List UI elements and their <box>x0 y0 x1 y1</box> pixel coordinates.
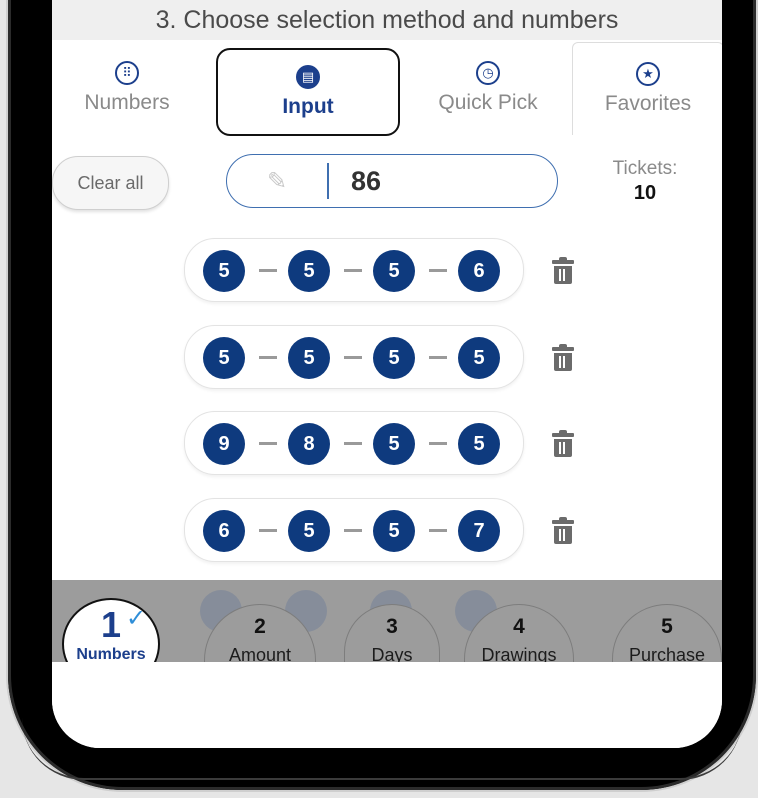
trash-icon[interactable] <box>552 430 574 457</box>
pencil-icon: ✎ <box>266 167 288 195</box>
dash <box>344 269 362 272</box>
trash-icon[interactable] <box>552 344 574 371</box>
dash <box>429 356 447 359</box>
tab-quick-pick-label: Quick Pick <box>438 91 538 114</box>
step-number: 2 <box>254 615 266 638</box>
checkmark-icon: ✓ <box>126 605 147 632</box>
selection-method-tabs: ⠿ Numbers ▤ Input ◷ Quick Pick ★ Favorit… <box>52 42 722 137</box>
dash <box>344 356 362 359</box>
step-purchase[interactable]: 5 Purchase <box>612 604 722 662</box>
number-input-field[interactable]: ✎ 86 <box>226 154 558 208</box>
input-value[interactable]: 86 <box>329 166 381 197</box>
ticket-row: 5 5 5 5 <box>184 325 524 389</box>
ticket-row: 6 5 5 7 <box>184 498 524 562</box>
number-ball: 5 <box>373 510 415 552</box>
clipboard-icon: ▤ <box>296 65 320 89</box>
tab-input[interactable]: ▤ Input <box>216 48 400 136</box>
clear-all-button[interactable]: Clear all <box>52 156 169 210</box>
step-days[interactable]: 3 Days <box>344 604 440 662</box>
step-label: Amount <box>228 645 292 662</box>
number-ball: 9 <box>203 423 245 465</box>
dash <box>259 356 277 359</box>
number-ball: 6 <box>203 510 245 552</box>
tab-input-label: Input <box>282 95 334 118</box>
trash-icon[interactable] <box>552 517 574 544</box>
dash <box>344 529 362 532</box>
star-icon: ★ <box>636 62 660 86</box>
screen-bottom <box>52 662 722 748</box>
dash <box>259 529 277 532</box>
number-ball: 6 <box>458 250 500 292</box>
step-number: 3 <box>386 615 398 638</box>
number-ball: 5 <box>373 337 415 379</box>
dash <box>429 529 447 532</box>
step-header: 3. Choose selection method and numbers <box>52 0 722 40</box>
tab-numbers-label: Numbers <box>84 91 170 114</box>
number-ball: 5 <box>373 250 415 292</box>
number-ball: 7 <box>458 510 500 552</box>
dash <box>259 269 277 272</box>
dash <box>429 269 447 272</box>
number-ball: 5 <box>288 250 330 292</box>
tickets-count: 10 <box>633 182 657 204</box>
ticket-row: 9 8 5 5 <box>184 411 524 475</box>
dash <box>429 442 447 445</box>
trash-icon[interactable] <box>552 257 574 284</box>
number-ball: 5 <box>288 510 330 552</box>
step-number: 5 <box>661 615 673 638</box>
step-label: Purchase <box>628 645 706 662</box>
ticket-row: 5 5 5 6 <box>184 238 524 302</box>
number-ball: 5 <box>458 337 500 379</box>
number-ball: 5 <box>203 250 245 292</box>
clock-icon: ◷ <box>476 61 500 85</box>
tab-favorites[interactable]: ★ Favorites <box>572 42 722 135</box>
tab-numbers[interactable]: ⠿ Numbers <box>52 42 202 134</box>
dash <box>259 442 277 445</box>
tickets-counter: Tickets: 10 <box>600 158 690 205</box>
tab-favorites-label: Favorites <box>604 92 692 115</box>
tickets-label: Tickets: <box>612 158 678 179</box>
step-label: Drawings <box>481 645 557 662</box>
number-ball: 5 <box>373 423 415 465</box>
number-ball: 5 <box>288 337 330 379</box>
dash <box>344 442 362 445</box>
number-ball: 5 <box>458 423 500 465</box>
number-ball: 8 <box>288 423 330 465</box>
step-number: 4 <box>513 615 525 638</box>
step-label: Days <box>371 645 413 662</box>
number-ball: 5 <box>203 337 245 379</box>
dots-grid-icon: ⠿ <box>115 61 139 85</box>
app-screen: 3. Choose selection method and numbers ⠿… <box>52 0 722 748</box>
tab-quick-pick[interactable]: ◷ Quick Pick <box>408 42 568 134</box>
